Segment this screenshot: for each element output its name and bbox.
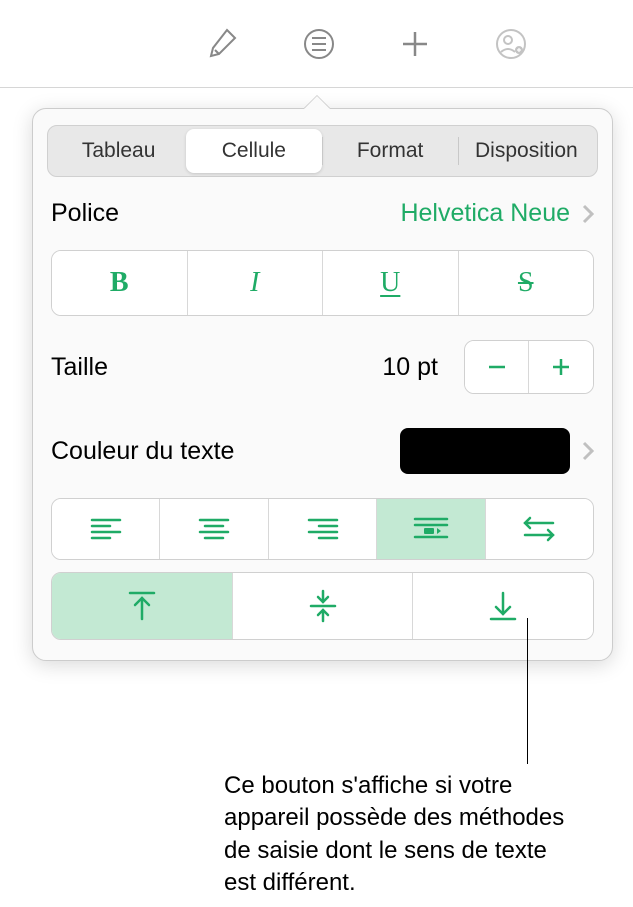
popover-arrow [303, 96, 331, 110]
align-center-button[interactable] [160, 499, 268, 559]
tab-format[interactable]: Format [323, 129, 458, 173]
vertical-align-row [51, 572, 594, 640]
tab-segmented-control: Tableau Cellule Format Disposition [47, 125, 598, 177]
list-icon[interactable] [301, 26, 337, 62]
top-toolbar [0, 0, 633, 88]
chevron-right-icon [582, 204, 594, 224]
tab-cellule[interactable]: Cellule [186, 129, 321, 173]
text-color-swatch[interactable] [400, 428, 570, 474]
italic-button[interactable]: I [188, 251, 324, 315]
plus-icon[interactable] [397, 26, 433, 62]
collaborate-icon[interactable] [493, 26, 529, 62]
align-left-button[interactable] [52, 499, 160, 559]
tab-disposition[interactable]: Disposition [459, 129, 594, 173]
tab-tableau[interactable]: Tableau [51, 129, 186, 173]
brush-icon[interactable] [205, 26, 241, 62]
valign-bottom-button[interactable] [413, 573, 593, 639]
font-label: Police [51, 199, 119, 228]
size-value: 10 pt [382, 353, 438, 382]
underline-button[interactable]: U [323, 251, 459, 315]
size-label: Taille [51, 353, 372, 382]
size-row: Taille 10 pt [33, 326, 612, 414]
text-color-row[interactable]: Couleur du texte [33, 414, 612, 498]
callout-text: Ce bouton s'affiche si votre appareil po… [224, 770, 578, 900]
strikethrough-icon: S [518, 267, 534, 299]
format-popover: Tableau Cellule Format Disposition Polic… [32, 108, 613, 661]
font-value: Helvetica Neue [400, 199, 594, 228]
size-increase-button[interactable] [529, 341, 593, 393]
underline-icon: U [380, 267, 400, 299]
bold-icon: B [110, 267, 129, 299]
size-decrease-button[interactable] [465, 341, 529, 393]
bold-button[interactable]: B [52, 251, 188, 315]
font-value-text: Helvetica Neue [400, 199, 570, 228]
strikethrough-button[interactable]: S [459, 251, 594, 315]
align-right-button[interactable] [269, 499, 377, 559]
valign-top-button[interactable] [52, 573, 233, 639]
valign-middle-button[interactable] [233, 573, 414, 639]
italic-icon: I [250, 267, 259, 299]
size-stepper [464, 340, 594, 394]
text-color-label: Couleur du texte [51, 437, 388, 466]
chevron-right-icon [582, 441, 594, 461]
horizontal-align-row [51, 498, 594, 560]
text-direction-button[interactable] [486, 499, 593, 559]
align-justify-button[interactable] [377, 499, 485, 559]
text-style-buttons: B I U S [51, 250, 594, 316]
font-row[interactable]: Police Helvetica Neue [33, 177, 612, 250]
callout-line [527, 618, 528, 764]
